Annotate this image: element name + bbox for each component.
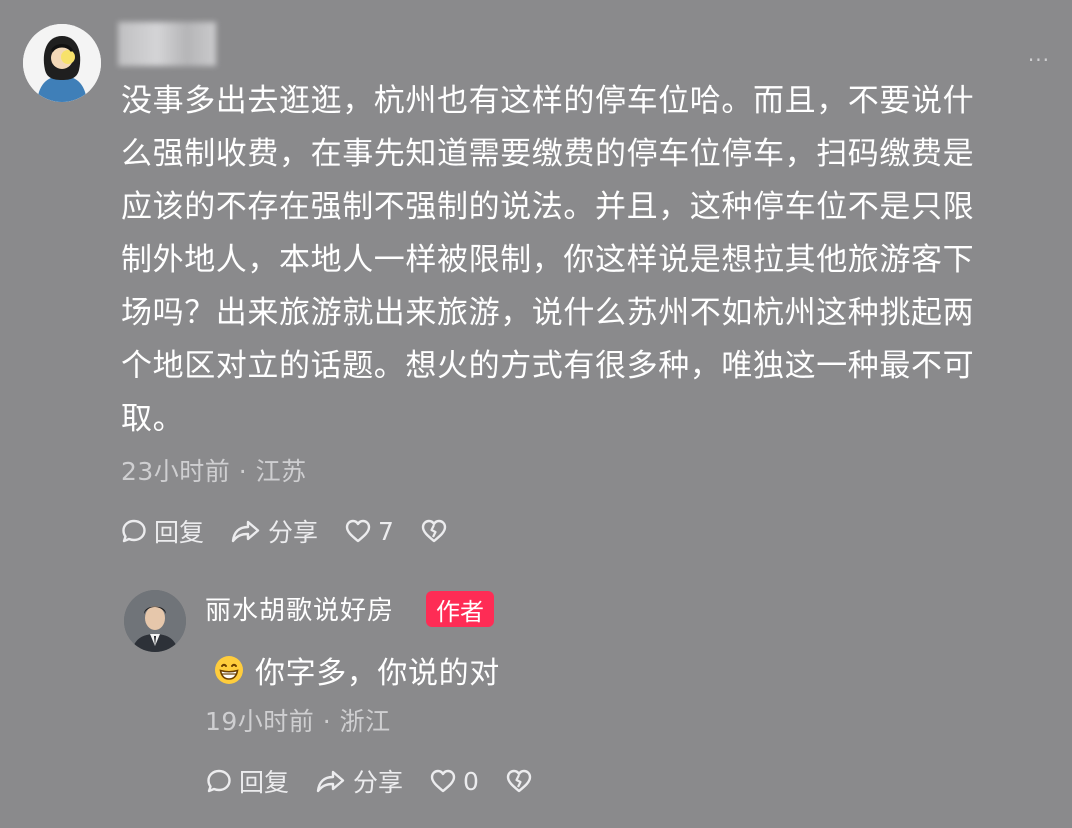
reply-message: 你字多，你说的对 [255, 656, 500, 691]
comment-line: 么强制收费，在事先知道需要缴费的停车位停车，扫码缴费是 [121, 136, 975, 172]
comment-line: 场吗？出来旅游就出来旅游，说什么苏州不如杭州这种挑起两 [121, 295, 975, 331]
share-label: 分享 [353, 768, 404, 797]
author-username[interactable]: 丽水胡歌说好房 [205, 590, 394, 627]
broken-heart-icon [506, 769, 532, 793]
author-portrait-icon [124, 590, 186, 652]
avatar-illustration-icon [23, 24, 101, 102]
reply-button[interactable]: 回复 [120, 513, 204, 549]
dislike-button[interactable] [505, 768, 533, 794]
comment-line: 取。 [121, 401, 185, 437]
author-avatar[interactable] [124, 590, 186, 652]
share-arrow-icon [316, 770, 345, 793]
comment-actions: 回复 分享 7 [120, 513, 474, 549]
share-label: 分享 [268, 518, 319, 547]
author-badge: 作者 [426, 591, 494, 627]
speech-bubble-icon [122, 519, 146, 543]
like-count: 7 [378, 516, 394, 546]
share-arrow-icon [231, 520, 260, 543]
reply-label: 回复 [239, 768, 290, 797]
share-button[interactable]: 分享 [315, 763, 403, 799]
comment-line: 个地区对立的话题。想火的方式有很多种，唯独这一种最不可 [121, 348, 975, 384]
grin-emoji-icon [215, 656, 243, 684]
share-button[interactable]: 分享 [230, 513, 318, 549]
reply-actions: 回复 分享 0 [205, 763, 559, 799]
comment-line: 没事多出去逛逛，杭州也有这样的停车位哈。而且，不要说什 [121, 83, 975, 119]
speech-bubble-icon [207, 769, 231, 793]
reply-text: 你字多，你说的对 [213, 648, 500, 692]
dislike-button[interactable] [420, 518, 448, 544]
commenter-avatar[interactable] [23, 24, 101, 102]
more-options-icon[interactable]: ··· [1028, 48, 1050, 72]
comment-meta: 23小时前 · 江苏 [121, 457, 307, 486]
heart-icon [430, 769, 456, 793]
like-button[interactable]: 7 [344, 517, 394, 546]
comment-line: 制外地人，本地人一样被限制，你这样说是想拉其他旅游客下 [121, 242, 975, 278]
reply-button[interactable]: 回复 [205, 763, 289, 799]
like-count: 0 [463, 766, 479, 796]
comment-text: 没事多出去逛逛，杭州也有这样的停车位哈。而且，不要说什 么强制收费，在事先知道需… [121, 75, 1039, 446]
blurred-username [118, 22, 216, 66]
reply-label: 回复 [154, 518, 205, 547]
broken-heart-icon [421, 519, 447, 543]
comment-line: 应该的不存在强制不强制的说法。并且，这种停车位不是只限 [121, 189, 975, 225]
heart-icon [345, 519, 371, 543]
like-button[interactable]: 0 [429, 767, 479, 796]
reply-meta: 19小时前 · 浙江 [205, 707, 391, 736]
